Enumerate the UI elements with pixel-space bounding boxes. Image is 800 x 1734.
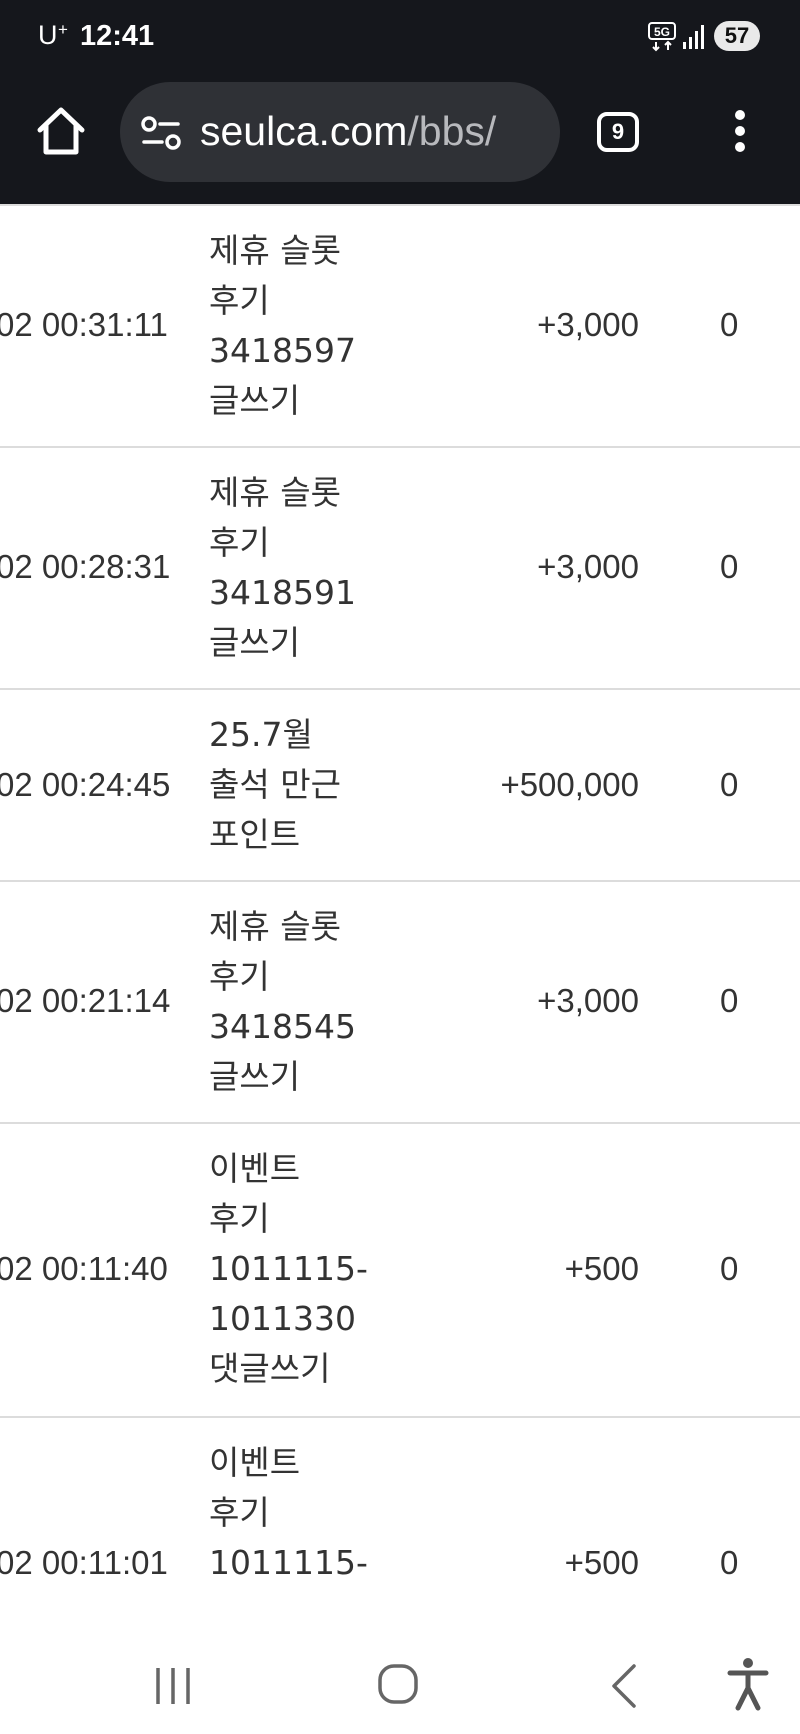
table-row: 02 00:31:11 제휴 슬롯 후기 3418597 글쓰기 +3,000 … (0, 204, 800, 446)
row-description: 이벤트 후기 1011115-1011330 댓글쓰기 (209, 1149, 368, 1388)
row-date: 02 00:24:45 (0, 766, 171, 803)
row-amount: +500 (564, 1250, 639, 1287)
row-date: 02 00:11:01 (0, 1544, 168, 1581)
row-description: 이벤트 후기 1011115- (209, 1443, 368, 1582)
status-bar: U+ 12:41 5G 57 (0, 0, 800, 74)
site-settings-icon[interactable] (140, 116, 182, 150)
table-row: 02 00:28:31 제휴 슬롯 후기 3418591 글쓰기 +3,000 … (0, 446, 800, 688)
row-date: 02 00:11:40 (0, 1250, 168, 1287)
row-used: 0 (720, 306, 739, 343)
row-used: 0 (720, 548, 739, 585)
row-amount: +500 (564, 1544, 639, 1581)
row-description: 25.7월 출석 만근 포인트 (209, 715, 341, 854)
table-row: 02 00:24:45 25.7월 출석 만근 포인트 +500,000 0 (0, 688, 800, 880)
row-used: 0 (720, 1250, 739, 1287)
clock: 12:41 (80, 20, 155, 52)
table-row: 02 00:21:14 제휴 슬롯 후기 3418545 글쓰기 +3,000 … (0, 880, 800, 1122)
recents-icon[interactable] (152, 1664, 196, 1708)
tab-switcher-button[interactable]: 9 (597, 112, 639, 152)
row-amount: +3,000 (537, 548, 639, 585)
url-text[interactable]: seulca.com/bbs/ (200, 108, 496, 155)
signal-icon (683, 25, 704, 49)
row-description: 제휴 슬롯 후기 3418597 글쓰기 (209, 231, 356, 420)
row-amount: +500,000 (500, 766, 639, 803)
home-nav-icon[interactable] (376, 1662, 420, 1706)
row-used: 0 (720, 982, 739, 1019)
battery-indicator: 57 (714, 21, 760, 51)
more-vert-icon[interactable] (722, 110, 758, 156)
accessibility-icon[interactable] (726, 1656, 770, 1712)
browser-toolbar: seulca.com/bbs/ 9 (0, 74, 800, 204)
row-amount: +3,000 (537, 982, 639, 1019)
row-used: 0 (720, 1544, 739, 1581)
table-row: 02 00:11:01 이벤트 후기 1011115- +500 0 (0, 1416, 800, 1634)
row-date: 02 00:28:31 (0, 548, 171, 585)
row-amount: +3,000 (537, 306, 639, 343)
row-date: 02 00:21:14 (0, 982, 171, 1019)
home-icon[interactable] (34, 104, 88, 158)
row-date: 02 00:31:11 (0, 306, 168, 343)
table-row: 02 00:11:40 이벤트 후기 1011115-1011330 댓글쓰기 … (0, 1122, 800, 1416)
carrier-label: U+ (38, 20, 69, 50)
row-used: 0 (720, 766, 739, 803)
row-description: 제휴 슬롯 후기 3418591 글쓰기 (209, 473, 356, 662)
address-bar[interactable]: seulca.com/bbs/ (120, 82, 560, 182)
network-5g-icon: 5G (648, 22, 676, 52)
system-nav-bar (0, 1634, 800, 1734)
network-label: 5G (654, 25, 670, 39)
points-history-table: 02 00:31:11 제휴 슬롯 후기 3418597 글쓰기 +3,000 … (0, 204, 800, 1634)
row-description: 제휴 슬롯 후기 3418545 글쓰기 (209, 907, 356, 1096)
back-icon[interactable] (604, 1662, 644, 1710)
